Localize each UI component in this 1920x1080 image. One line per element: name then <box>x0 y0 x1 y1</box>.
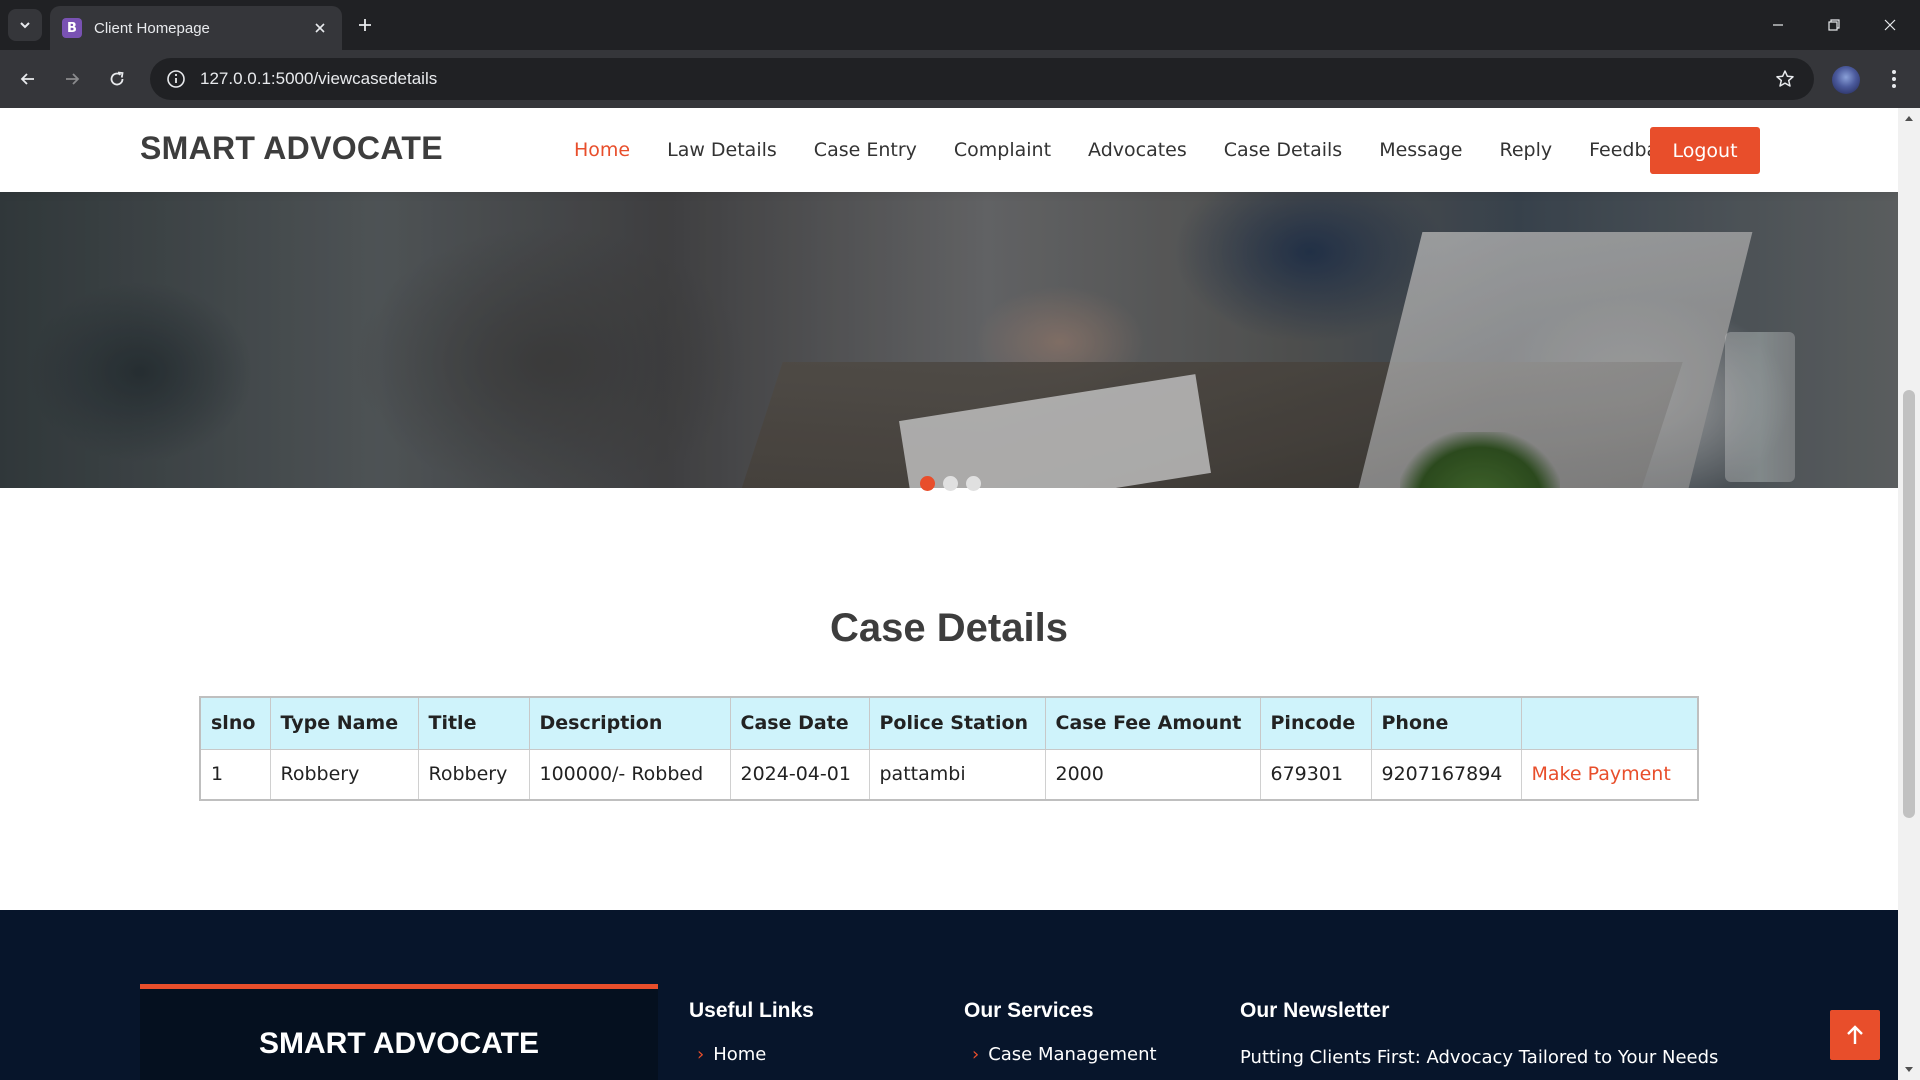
carousel-dot-1[interactable] <box>920 476 935 491</box>
footer-brand-box: SMART ADVOCATE <box>140 984 658 1080</box>
nav-reply[interactable]: Reply <box>1499 139 1552 161</box>
logout-button[interactable]: Logout <box>1650 127 1760 174</box>
minimize-button[interactable] <box>1750 0 1806 50</box>
browser-menu-button[interactable] <box>1880 64 1908 94</box>
carousel-indicators <box>920 476 989 491</box>
column-header-phone: Phone <box>1370 696 1522 750</box>
column-header-title: Title <box>417 696 530 750</box>
chevron-down-icon <box>20 22 30 29</box>
site-logo[interactable]: SMART ADVOCATE <box>140 130 443 167</box>
page-scrollbar[interactable] <box>1898 108 1920 1080</box>
plus-icon <box>359 19 371 31</box>
reload-button[interactable] <box>101 63 133 95</box>
cell-pincode: 679301 <box>1259 748 1372 801</box>
more-vertical-icon <box>1892 70 1896 88</box>
nav-home[interactable]: Home <box>574 139 630 161</box>
tab-close-button[interactable] <box>310 18 330 38</box>
footer-useful-links-title: Useful Links <box>689 999 814 1022</box>
cell-description: 100000/- Robbed <box>528 748 731 801</box>
profile-avatar[interactable] <box>1832 66 1860 94</box>
bookmark-button[interactable] <box>1768 69 1802 89</box>
cell-title: Robbery <box>417 748 530 801</box>
close-icon <box>315 23 325 33</box>
chevron-right-icon: › <box>972 1044 980 1065</box>
column-header-description: Description <box>528 696 731 750</box>
close-icon <box>1884 19 1896 31</box>
reload-icon <box>110 71 124 86</box>
back-to-top-button[interactable] <box>1830 1010 1880 1060</box>
cell-case-date: 2024-04-01 <box>729 748 870 801</box>
column-header-pincode: Pincode <box>1259 696 1372 750</box>
hero-overlay <box>0 192 1898 488</box>
footer-services-title: Our Services <box>964 999 1094 1022</box>
nav-case-entry[interactable]: Case Entry <box>814 139 917 161</box>
nav-law-details[interactable]: Law Details <box>667 139 777 161</box>
case-details-table: slno Type Name Title Description Case Da… <box>199 696 1699 801</box>
browser-toolbar: 127.0.0.1:5000/viewcasedetails <box>0 50 1920 108</box>
page-viewport: SMART ADVOCATE Home Law Details Case Ent… <box>0 108 1898 1080</box>
carousel-dot-3[interactable] <box>966 476 981 491</box>
main-nav: Home Law Details Case Entry Complaint Ad… <box>574 108 1717 192</box>
restore-button[interactable] <box>1806 0 1862 50</box>
table-header-row: slno Type Name Title Description Case Da… <box>199 696 1699 750</box>
window-close-button[interactable] <box>1862 0 1918 50</box>
cell-type-name: Robbery <box>269 748 419 801</box>
arrow-up-icon <box>1847 1025 1863 1044</box>
footer-logo[interactable]: SMART ADVOCATE <box>140 1027 658 1061</box>
cell-police-station: pattambi <box>868 748 1046 801</box>
arrow-right-icon <box>66 73 80 85</box>
footer-service-label: Case Management <box>988 1044 1157 1065</box>
arrow-left-icon <box>20 73 34 85</box>
browser-tab-strip: B Client Homepage <box>0 0 1920 50</box>
column-header-type-name: Type Name <box>269 696 419 750</box>
nav-case-details[interactable]: Case Details <box>1224 139 1342 161</box>
column-header-case-fee-amount: Case Fee Amount <box>1044 696 1261 750</box>
address-bar[interactable]: 127.0.0.1:5000/viewcasedetails <box>150 58 1814 100</box>
footer-newsletter-text: Putting Clients First: Advocacy Tailored… <box>1240 1047 1719 1068</box>
back-button[interactable] <box>12 63 44 95</box>
column-header-slno: slno <box>199 696 271 750</box>
column-header-police-station: Police Station <box>868 696 1046 750</box>
cell-phone: 9207167894 <box>1370 748 1522 801</box>
nav-message[interactable]: Message <box>1379 139 1462 161</box>
cell-case-fee-amount: 2000 <box>1044 748 1261 801</box>
column-header-case-date: Case Date <box>729 696 870 750</box>
scrollbar-thumb[interactable] <box>1903 390 1915 818</box>
table-row: 1 Robbery Robbery 100000/- Robbed 2024-0… <box>199 748 1699 801</box>
browser-tab[interactable]: B Client Homepage <box>50 6 342 50</box>
page-title: Case Details <box>830 606 1068 650</box>
minimize-icon <box>1773 24 1783 26</box>
footer-link-home[interactable]: › Home <box>697 1044 766 1065</box>
restore-icon <box>1828 19 1840 31</box>
info-icon <box>167 70 185 88</box>
nav-advocates[interactable]: Advocates <box>1088 139 1187 161</box>
column-header-action <box>1520 696 1699 750</box>
url-text[interactable]: 127.0.0.1:5000/viewcasedetails <box>200 69 1768 89</box>
star-icon <box>1776 70 1794 87</box>
nav-complaint[interactable]: Complaint <box>954 139 1051 161</box>
footer-service-case-management[interactable]: › Case Management <box>972 1044 1157 1065</box>
make-payment-link[interactable]: Make Payment <box>1520 748 1699 801</box>
cell-slno: 1 <box>199 748 271 801</box>
tab-search-button[interactable] <box>8 9 42 41</box>
site-favicon-icon: B <box>62 18 82 38</box>
chevron-right-icon: › <box>697 1044 705 1065</box>
site-header: SMART ADVOCATE Home Law Details Case Ent… <box>0 108 1898 192</box>
new-tab-button[interactable] <box>352 12 378 38</box>
site-info-button[interactable] <box>158 69 194 89</box>
scroll-up-arrow-icon[interactable] <box>1903 112 1915 124</box>
forward-button[interactable] <box>56 63 88 95</box>
scroll-down-arrow-icon[interactable] <box>1903 1064 1915 1076</box>
tab-title: Client Homepage <box>94 19 210 37</box>
footer-newsletter-title: Our Newsletter <box>1240 999 1390 1022</box>
footer-link-label: Home <box>713 1044 767 1065</box>
carousel-dot-2[interactable] <box>943 476 958 491</box>
site-footer: SMART ADVOCATE Useful Links › Home Our S… <box>0 910 1898 1080</box>
hero-carousel <box>0 192 1898 488</box>
